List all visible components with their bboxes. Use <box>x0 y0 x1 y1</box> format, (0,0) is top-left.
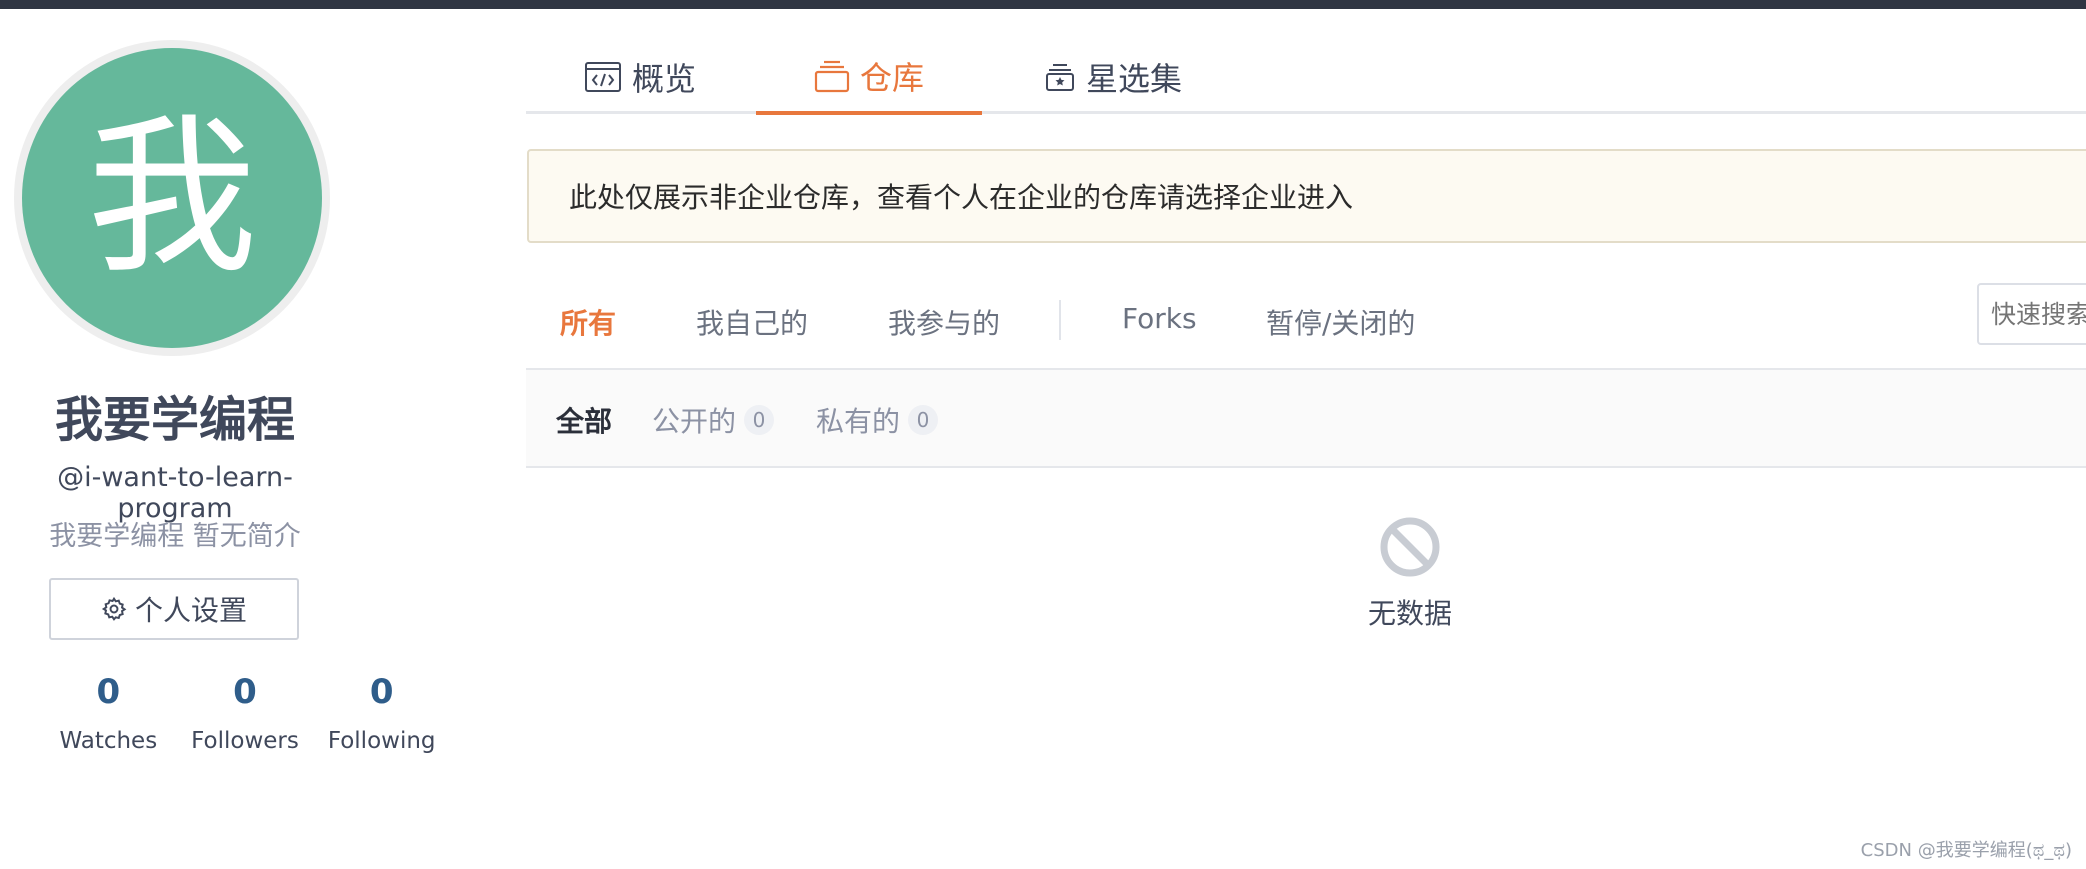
watermark: CSDN @我要学编程(ಥ_ಥ) <box>1860 840 2072 861</box>
top-bar <box>0 0 2086 9</box>
stat-label: Followers <box>191 728 299 754</box>
profile-stats: 0 Watches 0 Followers 0 Following <box>40 672 450 754</box>
profile-name: 我要学编程 <box>54 392 295 448</box>
visibility-tabs: 全部 公开的 0 私有的 0 <box>526 370 2086 468</box>
tab-overview[interactable]: 概览 <box>584 40 696 114</box>
tab-repositories-label: 仓库 <box>859 58 924 97</box>
no-data-icon <box>1380 517 1440 577</box>
filter-all[interactable]: 所有 <box>560 302 616 342</box>
personal-settings-label: 个人设置 <box>134 594 247 627</box>
filter-divider <box>1059 300 1061 340</box>
visibility-private[interactable]: 私有的 0 <box>816 400 939 440</box>
stat-count: 0 <box>233 672 257 712</box>
stat-following[interactable]: 0 Following <box>313 672 450 754</box>
visibility-all[interactable]: 全部 <box>556 400 612 440</box>
visibility-all-label: 全部 <box>556 405 613 438</box>
stat-count: 0 <box>369 672 394 712</box>
tab-star-collection-label: 星选集 <box>1086 60 1183 98</box>
tab-repositories[interactable]: 仓库 <box>756 40 982 115</box>
gear-icon <box>101 596 127 621</box>
avatar[interactable]: 我 <box>14 40 330 356</box>
stat-followers[interactable]: 0 Followers <box>177 672 314 754</box>
visibility-private-label: 私有的 <box>816 405 901 438</box>
filter-mine[interactable]: 我自己的 <box>696 302 808 342</box>
main-tabs: 概览 仓库 星选集 <box>526 40 2086 115</box>
stat-watches[interactable]: 0 Watches <box>40 672 177 754</box>
count-badge: 0 <box>744 405 775 435</box>
stat-label: Following <box>327 728 436 754</box>
stat-count: 0 <box>96 672 121 712</box>
star-collection-icon <box>1046 64 1074 91</box>
filter-paused-closed[interactable]: 暂停/关闭的 <box>1266 302 1415 342</box>
visibility-public[interactable]: 公开的 0 <box>652 400 775 440</box>
stat-label: Watches <box>59 728 158 754</box>
empty-state: 无数据 <box>1300 516 1520 632</box>
quick-search-input[interactable] <box>1977 283 2086 345</box>
filter-tabs: 所有 我自己的 我参与的 Forks 暂停/关闭的 <box>526 280 2086 370</box>
avatar-initial: 我 <box>22 48 322 348</box>
empty-state-text: 无数据 <box>1367 597 1452 630</box>
personal-settings-button[interactable]: 个人设置 <box>49 578 299 640</box>
notice-text: 此处仅展示非企业仓库，查看个人在企业的仓库请选择企业进入 <box>569 181 1354 214</box>
tab-star-collection[interactable]: 星选集 <box>1044 40 1182 114</box>
filter-forks[interactable]: Forks <box>1122 302 1197 335</box>
count-badge: 0 <box>908 405 939 435</box>
tab-overview-label: 概览 <box>632 60 697 98</box>
profile-bio: 我要学编程 暂无简介 <box>49 521 301 552</box>
filter-participated[interactable]: 我参与的 <box>888 302 1000 342</box>
code-window-icon <box>585 62 621 92</box>
repository-icon <box>814 60 850 92</box>
notice-banner: 此处仅展示非企业仓库，查看个人在企业的仓库请选择企业进入 <box>527 149 2086 243</box>
visibility-public-label: 公开的 <box>652 405 737 438</box>
